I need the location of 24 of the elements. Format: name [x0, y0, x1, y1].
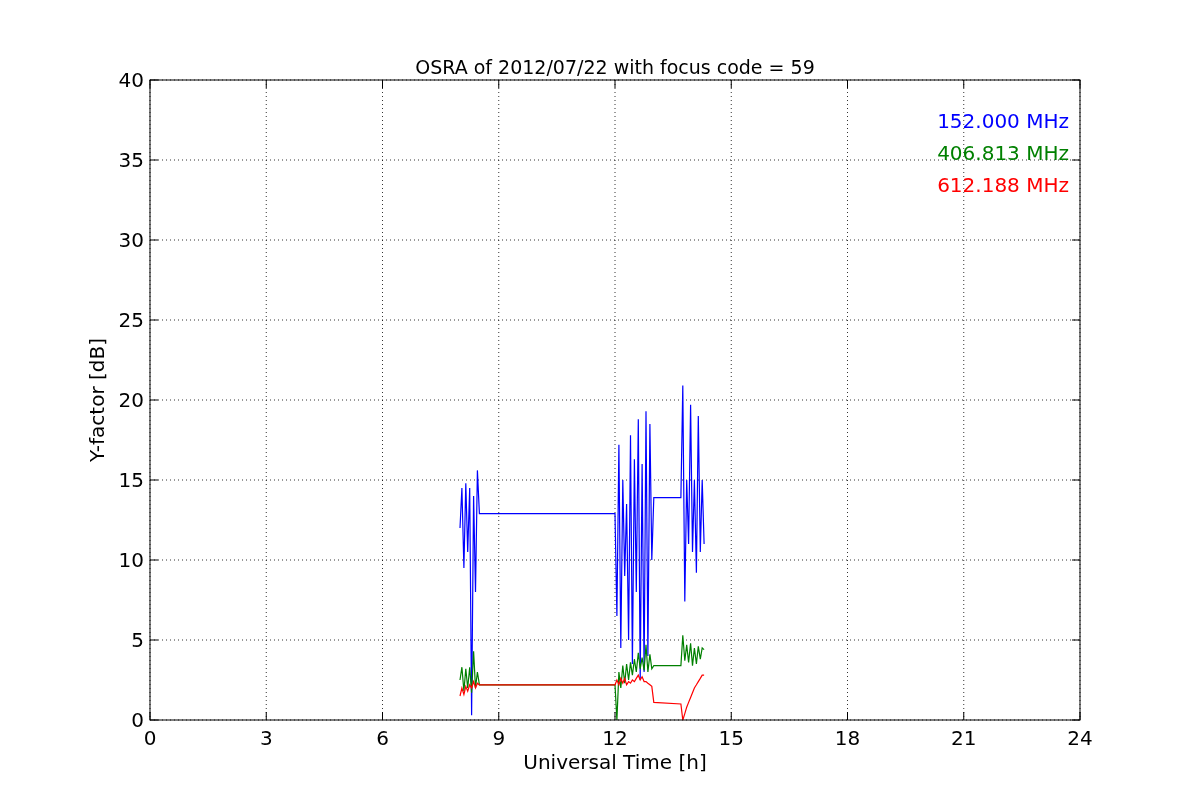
x-tick-label: 9	[492, 726, 506, 750]
y-tick-label: 40	[118, 68, 144, 92]
y-tick-label: 5	[131, 628, 144, 652]
legend-label: 152.000 MHz	[937, 109, 1069, 133]
x-tick-label: 6	[376, 726, 389, 750]
x-tick-label: 3	[259, 726, 273, 750]
x-tick-label: 18	[834, 726, 861, 750]
legend-label: 612.188 MHz	[937, 173, 1069, 197]
y-tick-label: 0	[131, 708, 144, 732]
y-tick-label: 15	[118, 468, 144, 492]
x-tick-label: 15	[718, 726, 744, 750]
y-axis-label: Y-factor [dB]	[85, 338, 109, 462]
legend-label: 406.813 MHz	[937, 141, 1069, 165]
y-tick-label: 20	[118, 388, 144, 412]
y-tick-label: 30	[118, 228, 144, 252]
x-tick-label: 12	[602, 726, 628, 750]
y-tick-label: 35	[118, 148, 144, 172]
x-tick-label: 24	[1067, 726, 1093, 750]
x-tick-label: 0	[143, 726, 157, 750]
x-axis-label: Universal Time [h]	[523, 750, 707, 774]
chart-title: OSRA of 2012/07/22 with focus code = 59	[415, 56, 815, 78]
y-tick-label: 10	[118, 548, 144, 572]
x-tick-label: 21	[951, 726, 977, 750]
y-tick-label: 25	[118, 308, 144, 332]
